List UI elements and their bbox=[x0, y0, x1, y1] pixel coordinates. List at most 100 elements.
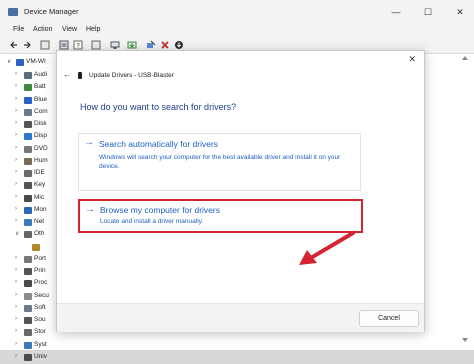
device-view-icon[interactable] bbox=[91, 40, 101, 50]
device-category-icon bbox=[24, 108, 32, 116]
tree-item[interactable]: › Univ bbox=[0, 351, 60, 364]
chevron-right-icon[interactable]: › bbox=[15, 279, 17, 285]
tree-item[interactable]: › Mic bbox=[0, 192, 60, 205]
browse-my-computer-option[interactable]: → Browse my computer for drivers Locate … bbox=[78, 199, 363, 233]
arrow-right-icon: → bbox=[84, 137, 94, 148]
uninstall-device-icon[interactable] bbox=[160, 40, 170, 50]
scrollbar[interactable] bbox=[460, 54, 470, 344]
tree-root[interactable]: ∨ VM-WI bbox=[0, 56, 60, 69]
tree-item[interactable]: › Stor bbox=[0, 326, 60, 339]
chevron-right-icon[interactable]: › bbox=[15, 316, 17, 322]
chevron-right-icon[interactable]: › bbox=[15, 169, 17, 175]
option-title: Search automatically for drivers bbox=[99, 139, 219, 149]
back-arrow-icon[interactable] bbox=[9, 40, 19, 50]
device-category-icon bbox=[24, 280, 32, 288]
back-arrow-icon[interactable]: ← bbox=[63, 70, 71, 79]
device-category-icon bbox=[24, 121, 32, 128]
chevron-right-icon[interactable]: › bbox=[15, 341, 17, 347]
device-category-icon bbox=[24, 231, 32, 239]
tree-item[interactable]: › Com bbox=[0, 106, 60, 119]
chevron-right-icon[interactable]: › bbox=[15, 157, 17, 163]
arrow-right-icon: → bbox=[85, 204, 95, 215]
close-button[interactable]: ✕ bbox=[444, 0, 474, 24]
chevron-right-icon[interactable]: › bbox=[15, 267, 17, 273]
tree-item[interactable]: › Secu bbox=[0, 290, 60, 303]
device-category-icon bbox=[24, 353, 32, 361]
chevron-down-icon[interactable]: ∨ bbox=[15, 230, 19, 237]
chevron-right-icon[interactable]: › bbox=[15, 181, 17, 187]
chevron-right-icon[interactable]: › bbox=[15, 328, 17, 334]
tree-item[interactable]: › Disk bbox=[0, 118, 60, 131]
tree-item-label: Net bbox=[34, 218, 45, 225]
menu-help[interactable]: Help bbox=[86, 26, 100, 33]
tree-item[interactable]: ∨ Oth bbox=[0, 228, 60, 241]
forward-arrow-icon[interactable] bbox=[22, 40, 32, 50]
update-driver-icon[interactable] bbox=[127, 40, 137, 50]
tree-item[interactable]: › Port bbox=[0, 253, 60, 266]
maximize-button[interactable]: ☐ bbox=[412, 0, 444, 24]
chevron-right-icon[interactable]: › bbox=[15, 255, 17, 261]
device-category-icon bbox=[24, 206, 32, 214]
chevron-right-icon[interactable]: › bbox=[15, 194, 17, 200]
chevron-right-icon[interactable]: › bbox=[15, 145, 17, 151]
tree-item[interactable]: › Sou bbox=[0, 314, 60, 327]
chevron-right-icon[interactable]: › bbox=[15, 353, 17, 359]
chevron-right-icon[interactable]: › bbox=[15, 206, 17, 212]
device-category-icon bbox=[24, 304, 32, 312]
menu-file[interactable]: File bbox=[13, 26, 24, 33]
tree-item-label: Oth bbox=[34, 230, 45, 238]
tree-item[interactable]: › IDE bbox=[0, 167, 60, 180]
tree-item[interactable]: › Audi bbox=[0, 69, 60, 82]
chevron-down-icon[interactable]: ∨ bbox=[7, 58, 11, 65]
chevron-right-icon[interactable]: › bbox=[15, 120, 17, 126]
tree-item[interactable] bbox=[0, 241, 60, 254]
device-category-icon bbox=[24, 157, 32, 165]
tree-item-label: DVD bbox=[34, 144, 48, 152]
window-title: Device Manager bbox=[24, 7, 79, 16]
menu-action[interactable]: Action bbox=[33, 26, 52, 33]
minimize-button[interactable]: — bbox=[380, 0, 412, 24]
tree-item[interactable]: › Batt bbox=[0, 81, 60, 94]
update-drivers-dialog: ✕ ← Update Drivers - USB-Blaster How do … bbox=[56, 50, 425, 332]
menu-bar: File Action View Help bbox=[0, 24, 474, 37]
tree-item[interactable]: › Disp bbox=[0, 130, 60, 143]
device-category-icon bbox=[24, 292, 32, 300]
tree-item[interactable]: › Soft bbox=[0, 302, 60, 315]
chevron-right-icon[interactable]: › bbox=[15, 96, 17, 102]
tree-item[interactable]: › Key bbox=[0, 179, 60, 192]
chevron-right-icon[interactable]: › bbox=[15, 83, 17, 89]
tree-item-label: Com bbox=[34, 107, 48, 115]
tree-item-label: Hum bbox=[34, 156, 48, 164]
chevron-right-icon[interactable]: › bbox=[15, 108, 17, 114]
menu-view[interactable]: View bbox=[62, 26, 77, 33]
device-tree: ∨ VM-WI › Audi › Batt › Blue › Com › Disk › Disp › DV… bbox=[0, 54, 60, 361]
chevron-right-icon[interactable]: › bbox=[15, 132, 17, 138]
list-view-icon[interactable] bbox=[59, 40, 69, 50]
tree-root-label: VM-WI bbox=[26, 58, 46, 65]
device-category-icon bbox=[24, 268, 32, 275]
option-title: Browse my computer for drivers bbox=[100, 205, 220, 215]
search-automatically-option[interactable]: → Search automatically for drivers Windo… bbox=[78, 133, 361, 191]
tree-item-label: Port bbox=[34, 254, 46, 262]
tree-item[interactable]: › Mon bbox=[0, 204, 60, 217]
help-icon[interactable]: ? bbox=[73, 40, 83, 50]
chevron-right-icon[interactable]: › bbox=[15, 218, 17, 224]
tree-item[interactable]: › Net bbox=[0, 216, 60, 229]
chevron-right-icon[interactable]: › bbox=[15, 292, 17, 298]
tree-item-label: Prin bbox=[34, 267, 46, 274]
tree-item[interactable]: › Blue bbox=[0, 94, 60, 107]
cancel-button[interactable]: Cancel bbox=[359, 310, 419, 327]
scan-hardware-icon[interactable] bbox=[110, 40, 120, 50]
tree-item[interactable]: › Hum bbox=[0, 155, 60, 168]
device-category-icon bbox=[24, 84, 32, 92]
tree-item[interactable]: › DVD bbox=[0, 143, 60, 156]
disable-device-icon[interactable] bbox=[146, 40, 156, 50]
download-icon[interactable] bbox=[174, 40, 184, 50]
tree-item[interactable]: › Prin bbox=[0, 265, 60, 278]
tree-item[interactable]: › Proc bbox=[0, 277, 60, 290]
tree-item-label: Sou bbox=[34, 316, 46, 323]
properties-icon[interactable] bbox=[40, 40, 50, 50]
chevron-right-icon[interactable]: › bbox=[15, 71, 17, 77]
chevron-right-icon[interactable]: › bbox=[15, 304, 17, 310]
dialog-close-button[interactable]: ✕ bbox=[408, 54, 416, 65]
